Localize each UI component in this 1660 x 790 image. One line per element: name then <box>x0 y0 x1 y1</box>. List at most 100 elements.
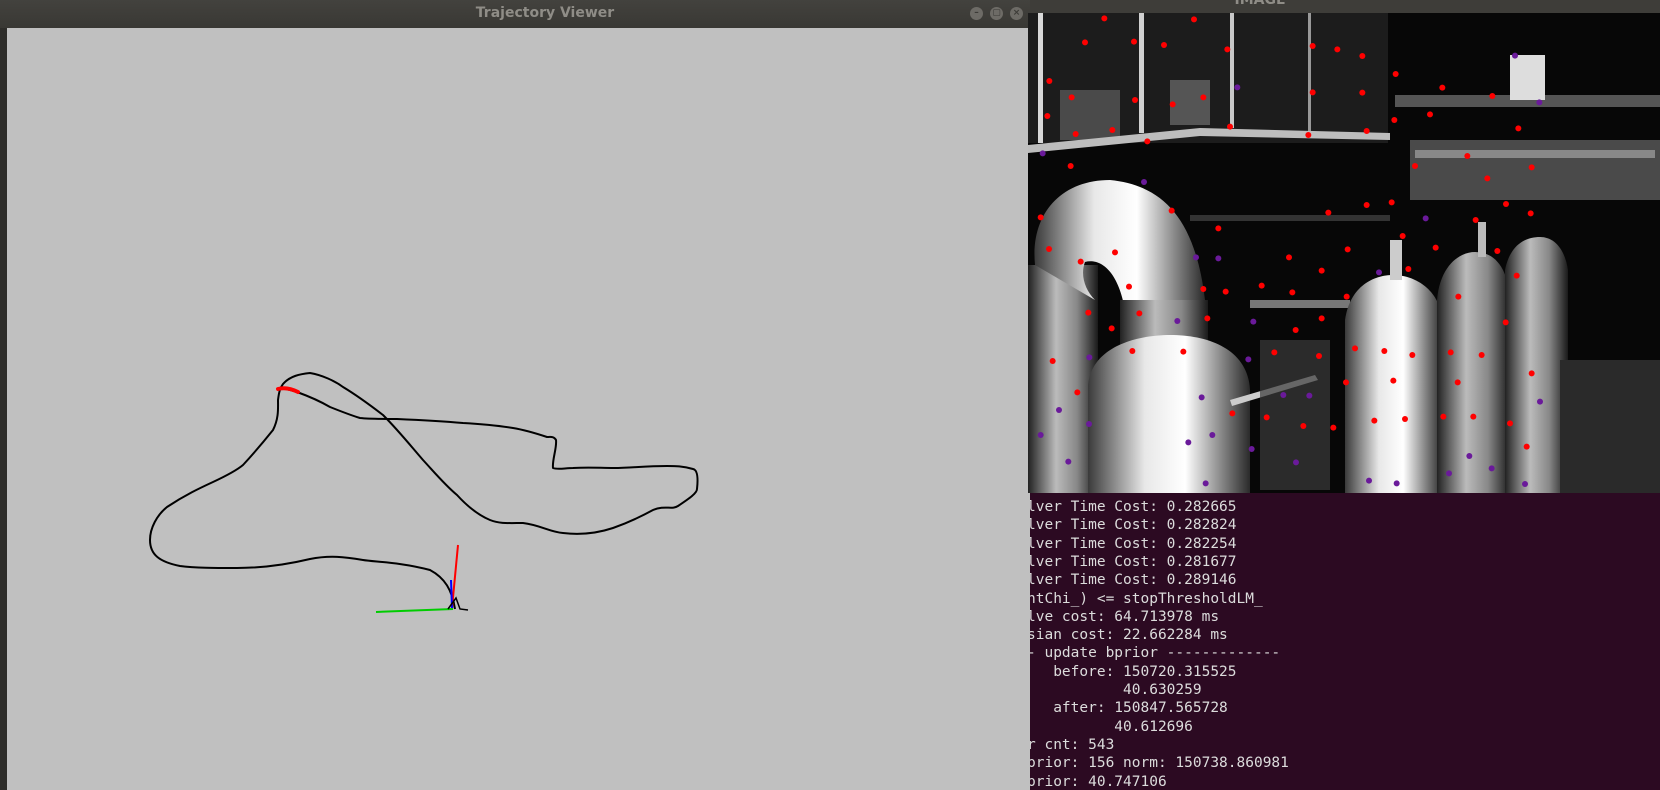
tracked-feature-point <box>1101 15 1108 22</box>
tracked-feature-point <box>1412 163 1418 169</box>
new-feature-point <box>1422 215 1429 222</box>
tracked-feature-point <box>1503 201 1509 207</box>
new-feature-point <box>1248 446 1255 452</box>
close-button[interactable]: × <box>1010 7 1023 20</box>
tracked-feature-point <box>1472 217 1479 223</box>
new-feature-point <box>1185 439 1192 446</box>
tracked-feature-point <box>1439 84 1446 91</box>
new-feature-point <box>1280 392 1287 398</box>
terminal-line: lve cost: 64.713978 ms <box>1030 608 1220 625</box>
terminal-line: ntChi_) <= stopThresholdLM_ <box>1030 590 1263 607</box>
tracked-feature-point <box>1168 207 1175 214</box>
tracked-feature-point <box>1470 413 1477 420</box>
tracked-feature-point <box>1082 39 1088 46</box>
terminal-line: lver Time Cost: 0.281677 <box>1030 553 1237 570</box>
new-feature-point <box>1536 99 1543 106</box>
maximize-button[interactable]: ▢ <box>990 7 1003 20</box>
tracked-feature-point <box>1204 315 1211 322</box>
image-window-title: IMAGE <box>1234 0 1286 8</box>
tracked-feature-point <box>1523 443 1530 450</box>
trajectory-canvas[interactable] <box>7 28 1030 790</box>
terminal-line: lver Time Cost: 0.289146 <box>1030 572 1237 589</box>
new-feature-point <box>1065 458 1072 465</box>
new-feature-point <box>1293 459 1299 466</box>
maximize-icon: ▢ <box>992 8 1001 18</box>
tracked-feature-point <box>1108 325 1115 332</box>
new-feature-point <box>1193 254 1199 261</box>
tracked-feature-point <box>1363 202 1370 208</box>
new-feature-point <box>1215 255 1222 262</box>
tracked-feature-point <box>1215 225 1222 232</box>
tracked-feature-point <box>1109 127 1116 133</box>
tracked-feature-point <box>1528 164 1535 171</box>
new-feature-point <box>1234 84 1241 91</box>
tracked-feature-point <box>1381 348 1388 354</box>
new-feature-point <box>1209 432 1216 438</box>
terminal-line: prior: 156 norm: 150738.860981 <box>1030 755 1289 772</box>
minimize-icon: – <box>974 8 979 18</box>
tracked-feature-point <box>1292 327 1299 333</box>
tracked-feature-point <box>1144 138 1151 145</box>
new-feature-point <box>1366 477 1372 484</box>
tracked-feature-point <box>1409 352 1416 358</box>
tracked-feature-point <box>1494 248 1501 254</box>
tracked-feature-point <box>1318 267 1325 274</box>
tracked-feature-point <box>1200 94 1207 101</box>
tracked-feature-point <box>1046 246 1052 252</box>
tracked-feature-point <box>1330 424 1337 431</box>
close-icon: × <box>1012 8 1021 18</box>
tracked-feature-point <box>1161 42 1167 48</box>
terminal-line: before: 150720.315525 <box>1030 663 1237 680</box>
window-title: Trajectory Viewer <box>475 5 615 21</box>
tracked-feature-point <box>1068 94 1075 101</box>
current-trajectory-segment <box>276 386 300 394</box>
tracked-feature-point <box>1363 128 1370 134</box>
tracked-feature-point <box>1300 423 1307 429</box>
tracked-feature-point <box>1399 233 1406 239</box>
trajectory-viewer-window: Trajectory Viewer – ▢ × <box>0 0 1030 790</box>
terminal-line: 40.630259 <box>1030 682 1202 698</box>
tracked-feature-point <box>1344 246 1351 253</box>
new-feature-point <box>1466 453 1473 459</box>
tracked-feature-point <box>1325 209 1332 216</box>
terminal-line: 40.612696 <box>1030 718 1193 735</box>
new-feature-point <box>1056 407 1062 413</box>
trajectory-viewer-titlebar[interactable]: Trajectory Viewer – ▢ × <box>0 0 1030 28</box>
tracked-feature-point <box>1074 389 1081 396</box>
new-feature-point <box>1202 480 1209 487</box>
tracked-feature-point <box>1334 46 1341 53</box>
image-window-titlebar[interactable]: IMAGE <box>1030 0 1660 13</box>
tracked-feature-point <box>1405 266 1412 272</box>
tracked-feature-point <box>1343 379 1349 386</box>
terminal-line: r cnt: 543 <box>1030 736 1115 753</box>
tracked-feature-point <box>1126 283 1132 290</box>
tracked-feature-point <box>1447 349 1454 356</box>
tracked-feature-point <box>1289 289 1296 296</box>
tracked-feature-point <box>1388 199 1395 206</box>
tracked-feature-point <box>1067 163 1074 169</box>
tracked-feature-point <box>1085 309 1092 316</box>
tracked-feature-point <box>1484 175 1491 182</box>
new-feature-point <box>1245 356 1252 363</box>
tracked-feature-point <box>1077 258 1084 265</box>
tracked-feature-point <box>1136 310 1143 317</box>
new-feature-point <box>1250 318 1257 325</box>
new-feature-point <box>1086 354 1093 361</box>
tracked-feature-point <box>1343 293 1350 300</box>
new-feature-point <box>1446 470 1452 477</box>
tracked-feature-point <box>1046 78 1053 84</box>
terminal-line: after: 150847.565728 <box>1030 700 1228 717</box>
tracked-feature-point <box>1309 89 1316 96</box>
tracked-feature-point <box>1455 293 1462 300</box>
tracked-feature-point <box>1037 214 1044 221</box>
new-feature-point <box>1393 480 1400 487</box>
new-feature-point <box>1039 150 1046 157</box>
tracked-feature-point <box>1180 348 1187 355</box>
terminal-output[interactable]: lver Time Cost: 0.282665 lver Time Cost: … <box>1030 493 1660 790</box>
new-feature-point <box>1537 398 1543 405</box>
trajectory-path <box>149 372 699 610</box>
new-feature-point <box>1086 421 1092 427</box>
tracked-feature-point <box>1352 345 1358 352</box>
minimize-button[interactable]: – <box>970 7 983 20</box>
terminal-line: prior: 40.747106 <box>1030 773 1167 790</box>
